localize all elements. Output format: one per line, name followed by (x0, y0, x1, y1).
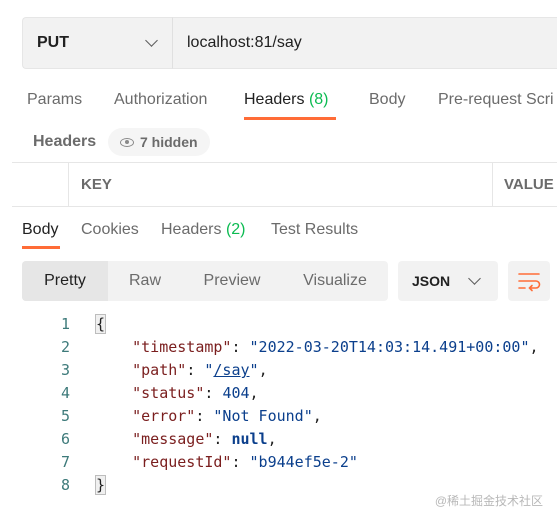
response-tab-cookies[interactable]: Cookies (81, 221, 139, 239)
line-number: 6 (60, 430, 70, 448)
line-number: 3 (60, 361, 70, 379)
json-key: "message" (132, 430, 214, 448)
code-line: "status": 404, (132, 384, 259, 402)
code-line: "timestamp": "2022-03-20T14:03:14.491+00… (132, 338, 539, 356)
view-raw-button[interactable]: Raw (108, 261, 182, 301)
line-number: 7 (60, 453, 70, 471)
tab-headers[interactable]: Headers (8) (244, 91, 329, 109)
active-response-tab-indicator (22, 246, 60, 249)
view-pretty-button[interactable]: Pretty (22, 261, 108, 301)
line-number: 4 (60, 384, 70, 402)
tab-headers-count: (8) (308, 91, 329, 108)
hidden-headers-toggle[interactable]: 7 hidden (108, 128, 210, 156)
headers-title: Headers (33, 133, 97, 150)
line-number: 5 (60, 407, 70, 425)
code-line: { (94, 314, 107, 334)
chevron-down-icon (468, 272, 481, 285)
active-tab-indicator (244, 117, 336, 120)
chevron-down-icon (145, 34, 158, 47)
code-line: "requestId": "b944ef5e-2" (132, 453, 358, 471)
line-number: 8 (60, 476, 70, 494)
format-select[interactable]: JSON (398, 261, 498, 301)
tab-body[interactable]: Body (369, 91, 405, 109)
line-number: 1 (60, 315, 70, 333)
json-key: "status" (132, 384, 205, 402)
json-key: "requestId" (132, 453, 232, 471)
json-value: null (231, 430, 268, 448)
column-header-key: KEY (81, 176, 112, 193)
hidden-count-label: 7 hidden (140, 134, 198, 150)
url-text: localhost:81/say (187, 34, 302, 51)
tab-authorization[interactable]: Authorization (114, 91, 207, 109)
view-preview-button[interactable]: Preview (182, 261, 282, 301)
table-divider (12, 206, 557, 207)
view-mode-group: Pretty Raw Preview Visualize (22, 261, 388, 301)
column-header-value: VALUE (504, 176, 554, 193)
table-divider (68, 163, 69, 206)
response-tab-headers[interactable]: Headers (2) (161, 221, 246, 239)
table-divider (492, 163, 493, 206)
eye-icon (120, 137, 134, 147)
json-value: "2022-03-20T14:03:14.491+00:00" (249, 338, 530, 356)
view-visualize-button[interactable]: Visualize (282, 261, 388, 301)
code-line: "error": "Not Found", (132, 407, 322, 425)
method-label: PUT (37, 34, 69, 51)
response-tab-headers-label: Headers (161, 221, 222, 238)
response-tab-test-results[interactable]: Test Results (271, 221, 358, 239)
code-line: "path": "/say", (132, 361, 268, 379)
json-value-quote: " (249, 361, 259, 379)
tab-params[interactable]: Params (27, 91, 82, 109)
response-tab-body[interactable]: Body (22, 221, 58, 239)
tab-pre-request-script[interactable]: Pre-request Scri (438, 91, 554, 109)
json-value: "b944ef5e-2" (249, 453, 358, 471)
method-select[interactable]: PUT (22, 17, 172, 69)
wrap-lines-icon (518, 273, 541, 292)
json-value: 404 (222, 384, 250, 402)
line-number: 2 (60, 338, 70, 356)
tab-headers-label: Headers (244, 91, 305, 108)
url-input[interactable]: localhost:81/say (172, 17, 557, 69)
json-value: "Not Found" (213, 407, 313, 425)
format-label: JSON (412, 273, 451, 289)
json-key: "timestamp" (132, 338, 232, 356)
table-divider (12, 162, 557, 163)
json-key: "error" (132, 407, 196, 425)
wrap-lines-button[interactable] (508, 261, 550, 301)
json-key: "path" (132, 361, 187, 379)
code-line: } (94, 475, 107, 495)
response-tab-headers-count: (2) (225, 221, 246, 238)
watermark: @稀土掘金技术社区 (434, 494, 543, 508)
open-brace: { (94, 314, 107, 334)
close-brace: } (94, 475, 107, 495)
path-link[interactable]: /say (213, 361, 249, 379)
code-line: "message": null, (132, 430, 277, 448)
